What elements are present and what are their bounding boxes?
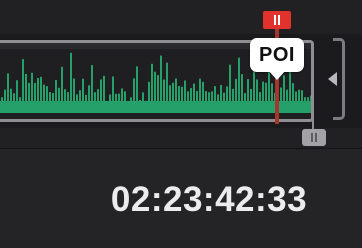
trim-bracket[interactable] — [333, 38, 345, 120]
waveform-base — [0, 101, 311, 113]
marker-pointer — [268, 70, 286, 80]
timecode-display: 02:23:42:33 — [110, 180, 308, 219]
marker-flag[interactable] — [263, 11, 291, 29]
clip-end-handle[interactable] — [302, 129, 326, 146]
grip-lines-icon — [311, 133, 317, 142]
grip-lines-icon — [274, 15, 280, 25]
timeline-editor: POI 02:23:42:33 — [0, 0, 362, 248]
timeline-area: POI — [0, 0, 362, 149]
poi-marker-label[interactable]: POI — [250, 38, 304, 72]
